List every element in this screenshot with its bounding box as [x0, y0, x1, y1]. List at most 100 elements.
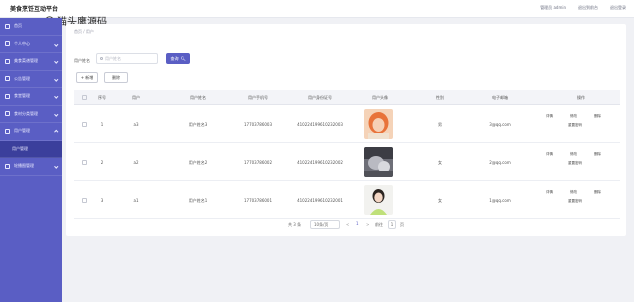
sidebar-item-profile[interactable]: 个人中心 — [0, 36, 62, 53]
row-checkbox[interactable] — [82, 198, 87, 203]
cell-id-card: 410224199610232003 — [297, 122, 343, 127]
sidebar-item-label: 公告管理 — [14, 75, 30, 81]
delete-button[interactable]: 删除 — [104, 72, 128, 83]
sidebar-item-recipes[interactable]: 美食菜谱管理 — [0, 53, 62, 71]
chevron-up-icon — [53, 130, 58, 135]
cell-user: a1 — [133, 198, 139, 203]
chevron-down-icon — [53, 41, 58, 46]
sidebar-item-canteen[interactable]: 食堂管理 — [0, 88, 62, 106]
home-icon — [5, 23, 10, 29]
column-header[interactable]: 用户手机号 — [248, 95, 268, 101]
front-site-link[interactable]: 退出到前台 — [578, 5, 598, 11]
cell-index: 3 — [100, 198, 104, 203]
delete-row-button[interactable]: 删除 — [594, 190, 601, 195]
column-header[interactable]: 序号 — [98, 95, 106, 101]
cell-email: 3@qq.com — [489, 122, 511, 127]
row-checkbox[interactable] — [82, 160, 87, 165]
chevron-down-icon — [53, 111, 58, 116]
cell-id-card: 410224199610232001 — [297, 198, 343, 203]
sidebar-item-label: 用户管理 — [12, 145, 28, 151]
search-label: 用户姓名 — [74, 58, 90, 63]
cell-gender: 男 — [438, 122, 442, 127]
cell-phone: 17703786002 — [244, 160, 272, 165]
row-checkbox[interactable] — [82, 122, 87, 127]
chevron-down-icon — [53, 76, 58, 81]
column-header[interactable]: 用户身份证号 — [308, 95, 332, 101]
page-number[interactable]: 1 — [356, 221, 359, 226]
column-header[interactable]: 性别 — [436, 95, 444, 101]
table-row: 3 a1 用户姓名1 17703786001 41022419961023200… — [74, 181, 620, 219]
table-row: 1 a3 用户姓名3 17703786003 41022419961023200… — [74, 105, 620, 143]
sidebar-item-label: 轮播图管理 — [14, 163, 34, 169]
top-links: 管理员 admin 退出到前台 退出登录 — [540, 5, 626, 11]
table-header: 序号 用户 用户姓名 用户手机号 用户身份证号 用户头像 性别 电子邮箱 操作 — [74, 90, 620, 105]
app-title: 美食烹饪互动平台 — [10, 6, 59, 13]
reset-password-button[interactable]: 重置密码 — [568, 199, 582, 204]
cell-user: a3 — [133, 122, 139, 127]
goto-page-input[interactable]: 1 — [388, 220, 396, 229]
user-icon — [5, 41, 10, 47]
edit-button[interactable]: 修改 — [570, 152, 577, 157]
cell-index: 2 — [100, 160, 104, 165]
goto-suffix: 页 — [400, 222, 404, 227]
search-icon — [100, 57, 103, 60]
prev-page-button[interactable]: < — [346, 222, 349, 227]
edit-button[interactable]: 修改 — [570, 190, 577, 195]
cell-user: a2 — [133, 160, 139, 165]
edit-button[interactable]: 修改 — [570, 114, 577, 119]
column-header[interactable]: 用户 — [132, 95, 140, 101]
sidebar-item-label: 食材分类管理 — [14, 110, 38, 116]
cell-name: 用户姓名1 — [188, 198, 208, 203]
sidebar: 首页 个人中心 美食菜谱管理 公告管理 食堂管理 食材分类管理 用户管理 用户管… — [0, 18, 62, 302]
next-page-button[interactable]: > — [366, 222, 369, 227]
admin-label[interactable]: 管理员 admin — [540, 5, 566, 11]
avatar — [364, 109, 393, 139]
avatar — [364, 147, 393, 177]
category-icon — [5, 111, 10, 117]
sidebar-item-carousel[interactable]: 轮播图管理 — [0, 158, 62, 176]
select-all-checkbox[interactable] — [82, 95, 87, 100]
search-button[interactable]: 查询 🔍︎ — [166, 53, 190, 64]
delete-row-button[interactable]: 删除 — [594, 152, 601, 157]
main-panel: 首页 / 用户 用户姓名 用户姓名 查询 🔍︎ + 新增 删除 序号 用户 用户… — [66, 24, 626, 236]
page-size-select[interactable]: 10条/页 — [310, 220, 340, 229]
canteen-icon — [5, 93, 10, 99]
cell-index: 1 — [100, 122, 104, 127]
chevron-down-icon — [53, 59, 58, 64]
goto-label: 前往 — [375, 222, 383, 227]
column-header[interactable]: 用户头像 — [372, 95, 388, 101]
detail-button[interactable]: 详情 — [546, 152, 553, 157]
avatar — [364, 185, 393, 215]
delete-row-button[interactable]: 删除 — [594, 114, 601, 119]
breadcrumb: 首页 / 用户 — [74, 29, 94, 34]
cell-gender: 女 — [438, 198, 442, 203]
sidebar-item-label: 用户管理 — [14, 128, 30, 134]
search-button-label: 查询 — [170, 55, 179, 61]
column-header[interactable]: 用户姓名 — [190, 95, 206, 101]
column-header: 操作 — [577, 95, 585, 100]
sidebar-item-home[interactable]: 首页 — [0, 18, 62, 36]
sidebar-item-ingredient-category[interactable]: 食材分类管理 — [0, 106, 62, 123]
sidebar-item-label: 食堂管理 — [14, 93, 30, 99]
reset-password-button[interactable]: 重置密码 — [568, 161, 582, 166]
users-icon — [5, 128, 10, 134]
cell-name: 用户姓名2 — [188, 160, 208, 165]
cell-email: 2@qq.com — [489, 160, 511, 165]
sidebar-item-users[interactable]: 用户管理 — [0, 123, 62, 141]
detail-button[interactable]: 详情 — [546, 190, 553, 195]
sidebar-item-label: 美食菜谱管理 — [14, 58, 38, 64]
add-button[interactable]: + 新增 — [76, 72, 98, 83]
cell-phone: 17703786003 — [244, 122, 272, 127]
user-table: 序号 用户 用户姓名 用户手机号 用户身份证号 用户头像 性别 电子邮箱 操作 … — [74, 90, 620, 219]
cell-name: 用户姓名3 — [188, 122, 208, 127]
cell-email: 1@qq.com — [489, 198, 511, 203]
sidebar-item-label: 首页 — [14, 23, 22, 29]
column-header[interactable]: 电子邮箱 — [492, 95, 508, 101]
reset-password-button[interactable]: 重置密码 — [568, 123, 582, 128]
search-input[interactable]: 用户姓名 — [96, 53, 158, 64]
sidebar-subitem-users[interactable]: 用户管理 — [0, 140, 62, 158]
sidebar-item-notices[interactable]: 公告管理 — [0, 71, 62, 88]
cell-phone: 17703786001 — [244, 198, 272, 203]
logout-link[interactable]: 退出登录 — [610, 5, 626, 11]
detail-button[interactable]: 详情 — [546, 114, 553, 119]
